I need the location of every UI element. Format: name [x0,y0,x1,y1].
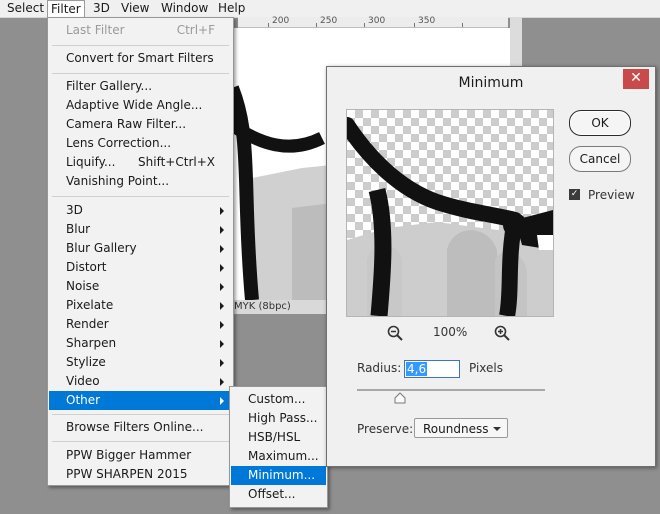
submenu-item-custom[interactable]: Custom... [231,390,326,409]
menu-item-label: Stylize [66,355,106,369]
menu-separator [52,196,229,197]
document-color-mode: MYK (8bpc) [234,301,291,312]
submenu-arrow-icon [220,321,224,329]
submenu-item-maximum[interactable]: Maximum... [231,447,326,466]
menu-item-liquify[interactable]: Liquify... Shift+Ctrl+X [49,153,232,172]
submenu-arrow-icon [220,340,224,348]
menu-item-camera-raw[interactable]: Camera Raw Filter... [49,115,232,134]
menu-separator [52,441,229,442]
submenu-arrow-icon [220,359,224,367]
radius-value: 4,6 [406,362,428,376]
submenu-arrow-icon [220,264,224,272]
menu-item-ppw-sharpen-2015[interactable]: PPW SHARPEN 2015 [49,465,232,484]
submenu-item-offset[interactable]: Offset... [231,485,326,504]
submenu-item-minimum[interactable]: Minimum... [231,466,326,485]
ruler-tick-label: 350 [418,16,436,26]
submenu-item-hsb-hsl[interactable]: HSB/HSL [231,428,326,447]
menu-item-render[interactable]: Render [49,315,232,334]
submenu-item-high-pass[interactable]: High Pass... [231,409,326,428]
radius-slider-track[interactable] [357,389,545,391]
menu-item-pixelate[interactable]: Pixelate [49,296,232,315]
preview-checkbox[interactable]: ✓ [569,189,580,200]
menu-item-label: 3D [66,203,83,217]
preserve-dropdown[interactable]: Roundness [414,418,508,438]
menu-help[interactable]: Help [215,0,248,17]
submenu-arrow-icon [220,302,224,310]
shortcut-label: Shift+Ctrl+X [138,155,215,169]
filter-menu: Last Filter Ctrl+F Convert for Smart Fil… [47,17,234,486]
menu-item-video[interactable]: Video [49,372,232,391]
menu-item-label: Blur [66,222,91,236]
zoom-in-icon[interactable] [494,325,510,341]
menu-filter[interactable]: Filter [47,0,85,17]
submenu-arrow-icon [220,378,224,386]
submenu-arrow-icon [220,207,224,215]
radius-unit: Pixels [469,361,504,375]
menu-item-adaptive-wide-angle[interactable]: Adaptive Wide Angle... [49,96,232,115]
menu-item-browse-filters-online[interactable]: Browse Filters Online... [49,418,232,437]
menu-3d[interactable]: 3D [90,0,113,17]
menu-separator [52,414,229,415]
menu-item-blur-gallery[interactable]: Blur Gallery [49,239,232,258]
menu-select[interactable]: Select [4,0,47,17]
menu-item-sharpen[interactable]: Sharpen [49,334,232,353]
menu-item-stylize[interactable]: Stylize [49,353,232,372]
preserve-value: Roundness [423,422,489,436]
menu-item-blur[interactable]: Blur [49,220,232,239]
ok-button[interactable]: OK [569,110,631,136]
menu-item-3d[interactable]: 3D [49,201,232,220]
dialog-title: Minimum [458,75,524,91]
menu-separator [52,45,229,46]
menu-item-distort[interactable]: Distort [49,258,232,277]
menu-item-noise[interactable]: Noise [49,277,232,296]
radius-input[interactable]: 4,6 [404,360,460,378]
menu-item-ppw-bigger-hammer[interactable]: PPW Bigger Hammer [49,446,232,465]
menu-item-vanishing-point[interactable]: Vanishing Point... [49,172,232,191]
menu-item-label: Distort [66,260,107,274]
menu-view[interactable]: View [118,0,152,17]
ruler-tick-label: 250 [320,16,338,26]
menu-item-last-filter: Last Filter Ctrl+F [49,21,232,40]
menu-item-label: Pixelate [66,298,114,312]
cancel-button[interactable]: Cancel [569,146,631,172]
menu-item-label: Other [66,393,101,407]
zoom-level: 100% [433,325,468,339]
shortcut-label: Ctrl+F [176,23,215,37]
menu-item-convert-smart-filters[interactable]: Convert for Smart Filters [49,49,232,68]
submenu-arrow-icon [220,226,224,234]
menu-item-label: Sharpen [66,336,117,350]
preserve-label: Preserve: [357,422,414,436]
horizontal-ruler: 200 250 300 350 [238,16,508,28]
menu-item-label: Noise [66,279,100,293]
menu-item-other[interactable]: Other [49,391,232,410]
menu-item-filter-gallery[interactable]: Filter Gallery... [49,77,232,96]
submenu-arrow-icon [220,245,224,253]
menu-item-label: Video [66,374,100,388]
minimum-dialog: Minimum ✕ 100% OK Cancel ✓ Preview Radiu… [326,66,656,467]
radius-label: Radius: [357,361,402,375]
filter-preview[interactable] [346,109,554,317]
preview-artwork [347,117,553,316]
menu-window[interactable]: Window [158,0,211,17]
zoom-out-icon[interactable] [387,325,403,341]
zoom-controls: 100% [387,325,517,343]
menu-item-label: Last Filter [66,23,125,37]
menu-item-label: Render [66,317,109,331]
ruler-tick-label: 300 [368,16,386,26]
radius-slider-thumb[interactable] [394,392,406,404]
menu-item-label: Blur Gallery [66,241,137,255]
preview-label: Preview [588,188,635,202]
close-icon[interactable]: ✕ [623,69,649,89]
ruler-tick-label: 200 [272,16,290,26]
menu-item-label: Liquify... [66,155,116,169]
submenu-arrow-icon [220,397,224,405]
submenu-arrow-icon [220,283,224,291]
menu-item-lens-correction[interactable]: Lens Correction... [49,134,232,153]
menu-separator [52,73,229,74]
other-submenu: Custom... High Pass... HSB/HSL Maximum..… [229,386,328,508]
chevron-down-icon [493,427,501,431]
